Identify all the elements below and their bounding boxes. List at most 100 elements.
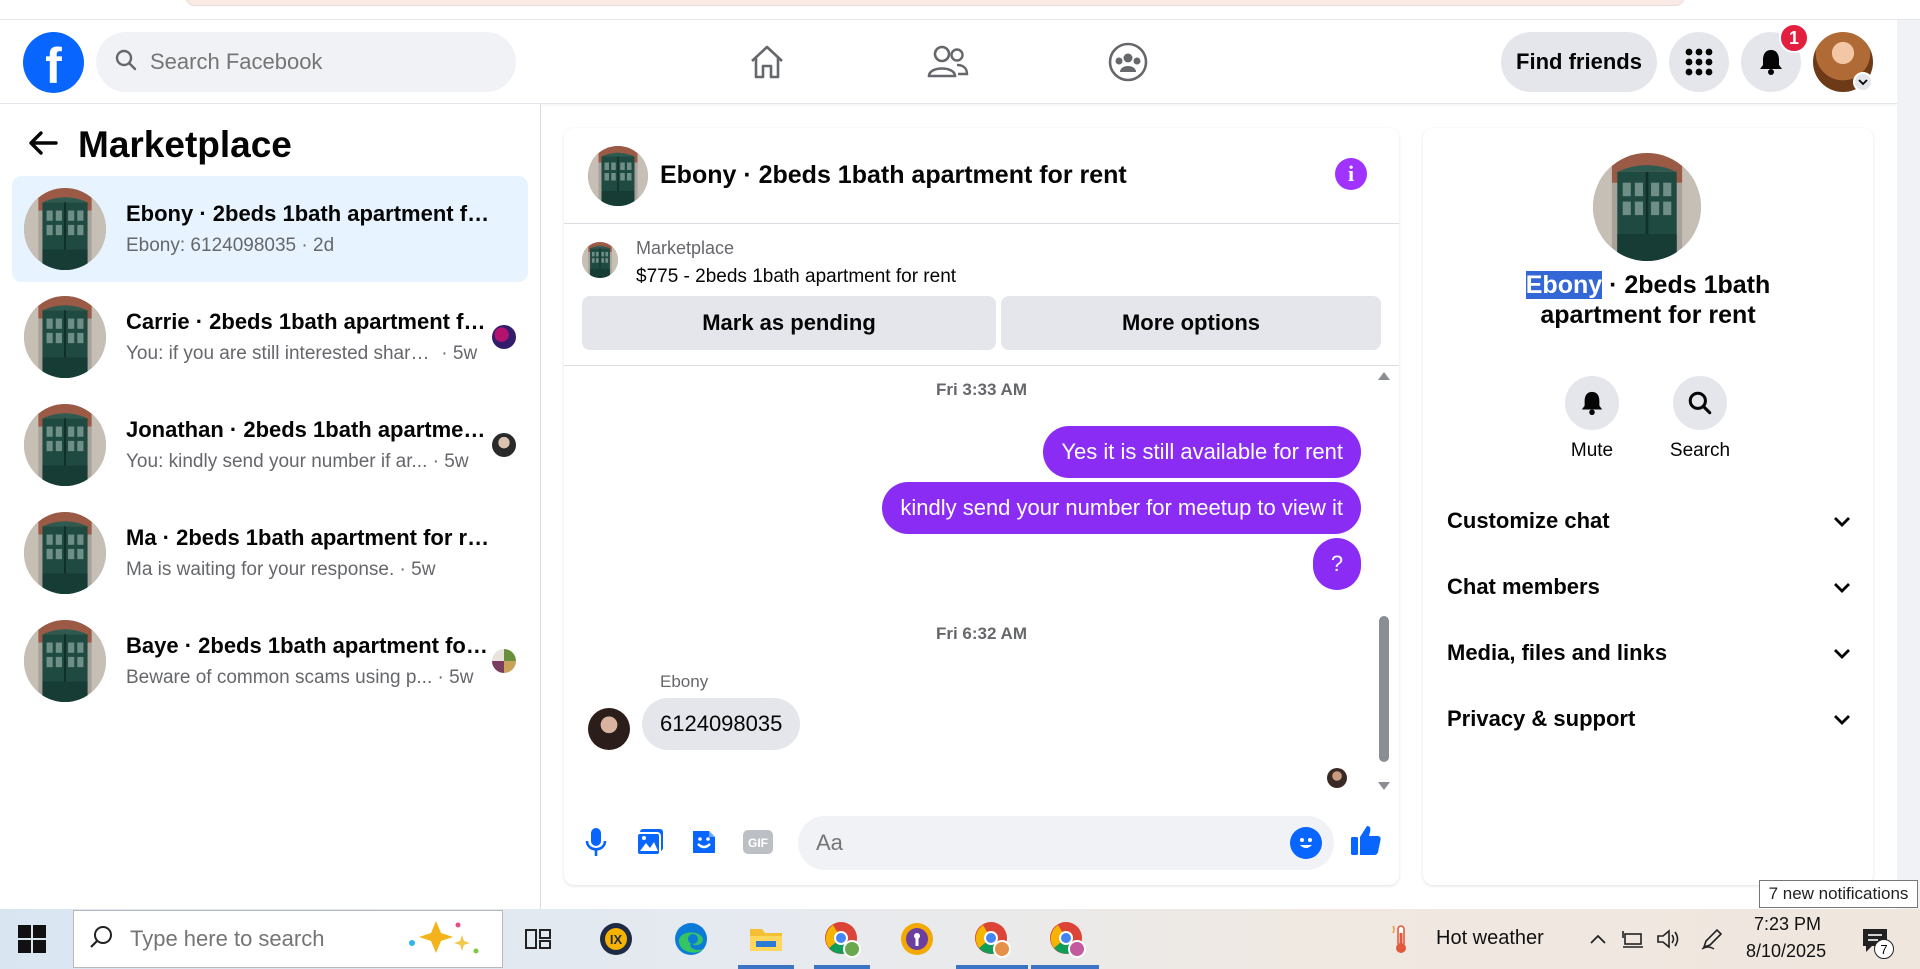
menu-button[interactable] [1669, 32, 1729, 92]
chat-avatar[interactable] [588, 146, 648, 206]
chat-panel: Ebony · 2beds 1bath apartment for rent i… [564, 128, 1399, 885]
message-composer: GIF [564, 808, 1399, 878]
chat-title[interactable]: Ebony · 2beds 1bath apartment for rent [660, 161, 1127, 190]
outgoing-message[interactable]: ? [1313, 538, 1361, 590]
thread-title: Ebony · 2beds 1bath apartment for rent [126, 201, 496, 226]
chrome-profile-1-icon[interactable] [822, 919, 862, 959]
clock-date[interactable]: 8/10/2025 [1746, 941, 1826, 962]
listing-thumbnail[interactable] [582, 242, 618, 278]
active-app-indicator [814, 965, 870, 969]
ixl-app-icon[interactable]: IX [596, 919, 636, 959]
mark-as-pending-button[interactable]: Mark as pending [582, 296, 996, 350]
conversation-info-panel: Ebony · 2beds 1bath apartment for rent M… [1423, 128, 1873, 885]
search-input[interactable] [150, 49, 470, 75]
thumbs-up-icon[interactable] [1348, 822, 1384, 858]
thread-time: 5w [452, 343, 478, 364]
search-icon[interactable] [1673, 376, 1727, 430]
pen-icon[interactable] [1700, 927, 1724, 951]
outgoing-message[interactable]: kindly send your number for meetup to vi… [882, 482, 1361, 534]
windows-start-icon[interactable] [18, 925, 46, 953]
facebook-logo[interactable]: f [23, 32, 84, 93]
taskbar-search[interactable] [73, 910, 503, 968]
selected-text[interactable]: Ebony [1525, 271, 1603, 299]
page-title: Marketplace [78, 124, 292, 165]
gif-icon[interactable]: GIF [740, 824, 776, 860]
microphone-icon[interactable] [578, 824, 614, 860]
customize-chat-row[interactable]: Customize chat [1447, 496, 1851, 546]
scroll-thumb[interactable] [1379, 616, 1389, 762]
network-icon[interactable] [1621, 927, 1645, 951]
timestamp: Fri 3:33 AM [935, 380, 1027, 399]
thermometer-icon[interactable] [1386, 919, 1416, 959]
thread-item-ma[interactable]: Ma · 2beds 1bath apartment for rent Ma i… [12, 500, 528, 606]
outgoing-message[interactable]: Yes it is still available for rent [1043, 426, 1361, 478]
media-files-links-row[interactable]: Media, files and links [1447, 628, 1851, 678]
weather-text[interactable]: Hot weather [1436, 927, 1544, 950]
mute-action[interactable]: Mute [1547, 376, 1637, 462]
seen-avatar [492, 325, 516, 349]
find-friends-button[interactable]: Find friends [1501, 32, 1657, 92]
page-scrollbar[interactable] [1897, 20, 1920, 909]
thread-preview: Ebony: 6124098035 [126, 235, 297, 256]
row-label: Media, files and links [1447, 640, 1668, 665]
task-view-icon[interactable] [518, 919, 558, 959]
conversation-title: Ebony · 2beds 1bath apartment for rent [1423, 270, 1873, 330]
incoming-message[interactable]: 6124098035 [642, 698, 801, 750]
timestamp: Fri 6:32 AM [935, 624, 1027, 643]
chevron-down-icon [1833, 706, 1851, 732]
info-icon[interactable]: i [1335, 158, 1367, 190]
message-input[interactable] [816, 830, 1256, 856]
search-icon [88, 924, 114, 955]
svg-text:GIF: GIF [748, 836, 768, 850]
message-input-box[interactable] [798, 816, 1334, 870]
chrome-profile-2-icon[interactable] [972, 919, 1012, 959]
edge-browser-icon[interactable] [671, 919, 711, 959]
taskbar-search-input[interactable] [130, 926, 380, 952]
thread-item-ebony[interactable]: Ebony · 2beds 1bath apartment for rent E… [12, 176, 528, 282]
facebook-search[interactable] [96, 32, 516, 92]
seen-avatar [492, 649, 516, 673]
password-manager-icon[interactable] [897, 919, 937, 959]
clock-time[interactable]: 7:23 PM [1754, 914, 1821, 935]
bell-icon[interactable] [1565, 376, 1619, 430]
bell-icon [1760, 50, 1782, 75]
message-list[interactable]: Fri 3:33 AM Yes it is still available fo… [564, 366, 1399, 798]
more-options-button[interactable]: More options [1001, 296, 1381, 350]
thread-preview: Ma is waiting for your response. [126, 559, 395, 580]
listing-title[interactable]: $775 - 2beds 1bath apartment for rent [636, 266, 956, 288]
marketplace-label: Marketplace [636, 238, 735, 258]
privacy-support-row[interactable]: Privacy & support [1447, 694, 1851, 744]
photo-icon[interactable] [632, 824, 668, 860]
scroll-down-arrow[interactable] [1378, 782, 1390, 790]
volume-icon[interactable] [1656, 927, 1680, 951]
file-explorer-icon[interactable] [746, 919, 786, 959]
search-label: Search [1669, 440, 1731, 461]
chrome-profile-3-icon[interactable] [1047, 919, 1087, 959]
svg-text:IX: IX [610, 932, 623, 947]
groups-icon[interactable] [1106, 40, 1150, 84]
thread-item-jonathan[interactable]: Jonathan · 2beds 1bath apartment for ren… [12, 392, 528, 498]
chat-members-row[interactable]: Chat members [1447, 562, 1851, 612]
read-receipt-avatar [1327, 768, 1347, 788]
back-arrow-icon[interactable] [28, 130, 58, 161]
thread-title: Jonathan · 2beds 1bath apartment for ren… [126, 417, 496, 442]
conversation-avatar[interactable] [1593, 153, 1701, 261]
chevron-down-icon [1833, 508, 1851, 534]
chevron-up-icon[interactable] [1586, 927, 1610, 951]
sparkle-icon [396, 917, 486, 962]
scroll-up-arrow[interactable] [1378, 372, 1390, 380]
emoji-icon[interactable] [1290, 827, 1322, 859]
separator: · [436, 343, 453, 364]
home-icon[interactable] [745, 40, 789, 84]
sender-avatar[interactable] [588, 708, 630, 750]
thread-item-carrie[interactable]: Carrie · 2beds 1bath apartment for rent … [12, 284, 528, 390]
sticker-icon[interactable] [686, 824, 722, 860]
chat-scrollbar[interactable] [1377, 366, 1391, 798]
friends-icon[interactable] [926, 40, 970, 84]
seen-avatar [492, 433, 516, 457]
thread-item-baye[interactable]: Baye · 2beds 1bath apartment for rent Be… [12, 608, 528, 714]
search-action[interactable]: Search [1655, 376, 1745, 462]
mute-label: Mute [1570, 440, 1614, 461]
chevron-down-icon[interactable] [1853, 72, 1873, 92]
separator: · [296, 235, 313, 256]
